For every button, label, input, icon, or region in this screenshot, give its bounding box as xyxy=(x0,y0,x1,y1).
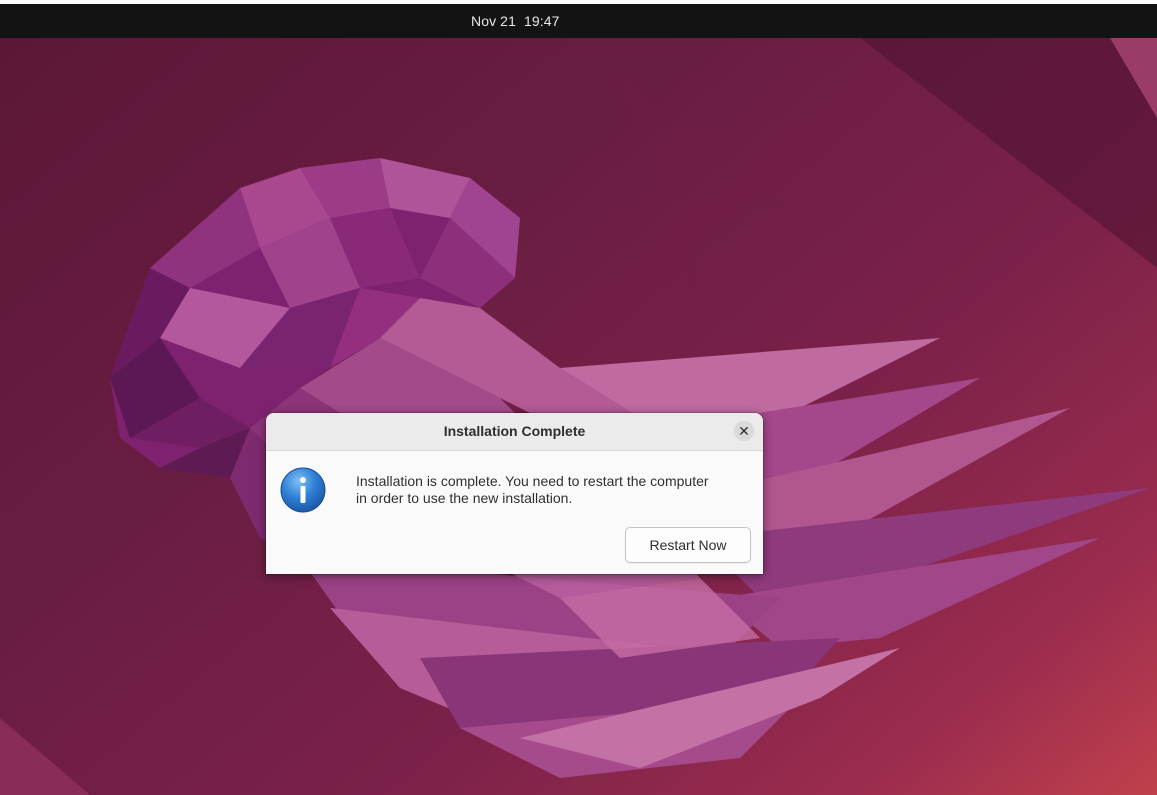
close-icon: ✕ xyxy=(738,423,750,439)
info-icon xyxy=(280,467,326,513)
clock-time: 19:47 xyxy=(523,13,560,29)
dialog-message: Installation is complete. You need to re… xyxy=(356,473,751,507)
installation-complete-dialog: Installation Complete ✕ Installation is … xyxy=(266,413,763,574)
close-button[interactable]: ✕ xyxy=(734,421,754,441)
clock[interactable]: Nov 21 19:47 xyxy=(471,4,560,38)
top-bar: Nov 21 19:47 xyxy=(0,4,1157,38)
message-line-1: Installation is complete. You need to re… xyxy=(356,473,709,489)
clock-date: Nov 21 xyxy=(471,13,516,29)
dialog-title: Installation Complete xyxy=(443,423,586,439)
restart-now-button[interactable]: Restart Now xyxy=(625,527,751,563)
message-line-2: in order to use the new installation. xyxy=(356,490,573,506)
screen: Nov 21 19:47 Installation Complete ✕ Ins… xyxy=(0,0,1157,795)
dialog-titlebar[interactable]: Installation Complete ✕ xyxy=(266,413,763,451)
